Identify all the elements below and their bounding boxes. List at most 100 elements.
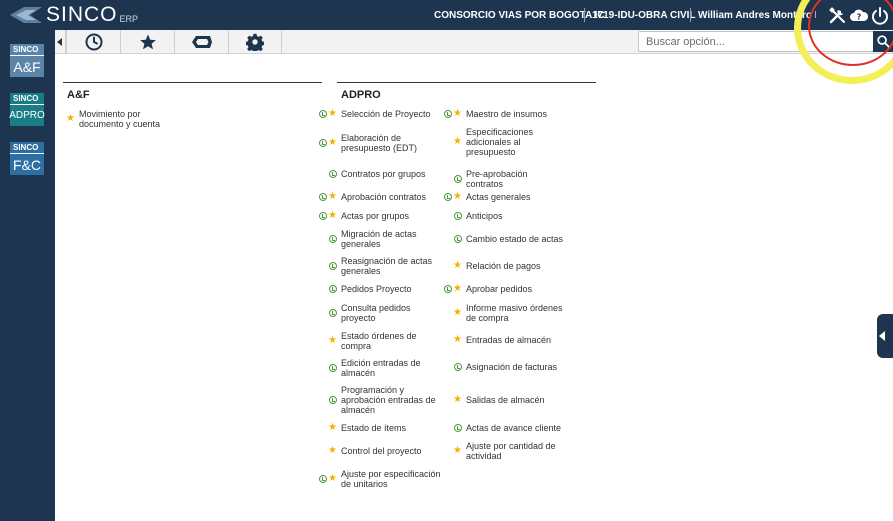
menu-item[interactable]: ★ Estado de ítems	[317, 423, 441, 434]
favorites-tab[interactable]	[120, 30, 174, 54]
tags-tab[interactable]	[174, 30, 228, 54]
favorite-star-icon[interactable]: ★	[328, 192, 337, 202]
menu-item-label: Ajuste por especificación de unitarios	[341, 469, 441, 489]
menu-item[interactable]: ★ Control del proyecto	[317, 446, 441, 457]
menu-item[interactable]: ★ Aprobación contratos	[317, 192, 441, 202]
menu-item[interactable]: ★ Elaboración de presupuesto (EDT)	[317, 133, 441, 153]
favorite-star-icon[interactable]: ★	[453, 395, 462, 405]
header-divider	[690, 8, 691, 22]
settings-tab[interactable]	[228, 30, 282, 54]
menu-item-label: Movimiento por documento y cuenta	[79, 109, 161, 129]
menu-item[interactable]: Contratos por grupos	[317, 169, 441, 179]
menu-item-icons: ★	[442, 261, 462, 271]
menu-item-label: Maestro de insumos	[466, 109, 548, 119]
menu-item-icons: ★	[317, 474, 337, 484]
favorite-star-icon[interactable]: ★	[328, 446, 337, 456]
tag-icon	[191, 36, 212, 48]
favorite-star-icon[interactable]: ★	[453, 308, 462, 318]
menu-item[interactable]: Migración de actas generales	[317, 229, 441, 249]
favorite-star-icon[interactable]: ★	[328, 211, 337, 221]
history-clock-icon	[444, 110, 452, 118]
history-clock-icon	[319, 212, 327, 220]
favorite-star-icon[interactable]: ★	[328, 109, 337, 119]
history-clock-icon	[444, 285, 452, 293]
menu-item[interactable]: ★ Entradas de almacén	[442, 335, 566, 346]
favorite-star-icon[interactable]: ★	[453, 446, 462, 456]
favorite-star-icon[interactable]: ★	[328, 336, 337, 346]
recent-tab[interactable]	[66, 30, 120, 54]
favorite-star-icon[interactable]: ★	[453, 261, 462, 271]
favorite-star-icon[interactable]: ★	[453, 192, 462, 202]
menu-item[interactable]: ★ Salidas de almacén	[442, 395, 566, 406]
menu-item-label: Actas por grupos	[341, 211, 410, 221]
logo-text: SINCO	[46, 3, 118, 26]
menu-item[interactable]: ★ Aprobar pedidos	[442, 284, 566, 294]
menu-item-label: Asignación de facturas	[466, 362, 558, 372]
menu-item-label: Edición entradas de almacén	[341, 358, 421, 378]
menu-item[interactable]: Cambio estado de actas	[442, 234, 566, 244]
favorite-star-icon[interactable]: ★	[328, 423, 337, 433]
favorite-star-icon[interactable]: ★	[328, 138, 337, 148]
menu-item[interactable]: ★ Especificaciones adicionales al presupu…	[442, 127, 566, 157]
menu-item-label: Selección de Proyecto	[341, 109, 431, 119]
menu-item[interactable]: Anticipos	[442, 211, 566, 221]
favorite-star-icon[interactable]: ★	[453, 137, 462, 147]
menu-item-label: Aprobar pedidos	[466, 284, 533, 294]
menu-item[interactable]: ★ Actas por grupos	[317, 211, 441, 221]
menu-item[interactable]: ★ Actas generales	[442, 192, 566, 202]
menu-item-label: Pedidos Proyecto	[341, 284, 412, 294]
app-tile-af[interactable]: SINCO A&F	[10, 44, 44, 77]
menu-item-icons	[317, 235, 337, 243]
menu-item[interactable]: Reasignación de actas generales	[317, 256, 441, 276]
app-sidebar: SINCO A&F SINCO ADPRO SINCO F&C	[0, 30, 55, 521]
menu-item[interactable]: Consulta pedidos proyecto	[317, 303, 441, 323]
logo-sub: ERP	[119, 14, 139, 24]
menu-item[interactable]: Asignación de facturas	[442, 362, 566, 372]
menu-item[interactable]: ★ Informe masivo órdenes de compra	[442, 303, 566, 323]
app-tile-adpro[interactable]: SINCO ADPRO	[9, 93, 45, 126]
menu-item[interactable]: Pre-aprobación contratos	[442, 169, 566, 189]
history-clock-icon	[329, 364, 337, 372]
app-tile-code: F&C	[10, 153, 44, 175]
star-icon	[139, 34, 156, 50]
collapse-sidebar-button[interactable]	[55, 30, 66, 54]
favorite-star-icon[interactable]: ★	[453, 109, 462, 119]
menu-item[interactable]: ★ Ajuste por especificación de unitarios	[317, 469, 441, 489]
history-clock-icon	[454, 212, 462, 220]
app-tile-code: ADPRO	[9, 104, 45, 126]
menu-item[interactable]: Pedidos Proyecto	[317, 284, 441, 294]
menu-item-icons: ★	[442, 192, 462, 202]
menu-item-icons	[317, 262, 337, 270]
menu-item-label: Programación y aprobación entradas de al…	[341, 385, 436, 415]
company-name[interactable]: CONSORCIO VIAS POR BOGOTA IC	[434, 0, 605, 30]
history-clock-icon	[454, 175, 462, 183]
menu-item-icons	[317, 309, 337, 317]
history-clock-icon	[329, 285, 337, 293]
favorite-star-icon[interactable]: ★	[453, 284, 462, 294]
app-tile-fc[interactable]: SINCO F&C	[10, 142, 44, 175]
favorite-star-icon[interactable]: ★	[328, 474, 337, 484]
menu-item-icons	[317, 364, 337, 372]
menu-item[interactable]: ★ Ajuste por cantidad de actividad	[442, 441, 566, 461]
sinco-logo-mark	[10, 7, 42, 23]
menu-item[interactable]: Edición entradas de almacén	[317, 358, 441, 378]
menu-item-label: Elaboración de presupuesto (EDT)	[341, 133, 418, 153]
history-clock-icon	[329, 309, 337, 317]
menu-item-icons: ★	[55, 114, 75, 124]
menu-item[interactable]: ★ Maestro de insumos	[442, 109, 566, 119]
menu-item[interactable]: ★ Selección de Proyecto	[317, 109, 441, 119]
menu-item[interactable]: Programación y aprobación entradas de al…	[317, 385, 441, 415]
menu-item-label: Anticipos	[466, 211, 503, 221]
menu-item[interactable]: ★ Estado órdenes de compra	[317, 331, 441, 351]
gear-icon	[246, 33, 264, 51]
menu-item-label: Actas de avance cliente	[466, 423, 562, 433]
menu-item[interactable]: Actas de avance cliente	[442, 423, 566, 433]
sinco-logo[interactable]: SINCO ERP	[8, 3, 138, 27]
side-panel-handle[interactable]	[877, 314, 893, 358]
menu-item[interactable]: ★ Movimiento por documento y cuenta	[55, 109, 179, 129]
favorite-star-icon[interactable]: ★	[453, 335, 462, 345]
favorite-star-icon[interactable]: ★	[66, 114, 75, 124]
project-name[interactable]: 1719-IDU-OBRA CIVIL	[592, 0, 696, 30]
menu-item[interactable]: ★ Relación de pagos	[442, 261, 566, 272]
menu-item-label: Relación de pagos	[466, 261, 541, 271]
